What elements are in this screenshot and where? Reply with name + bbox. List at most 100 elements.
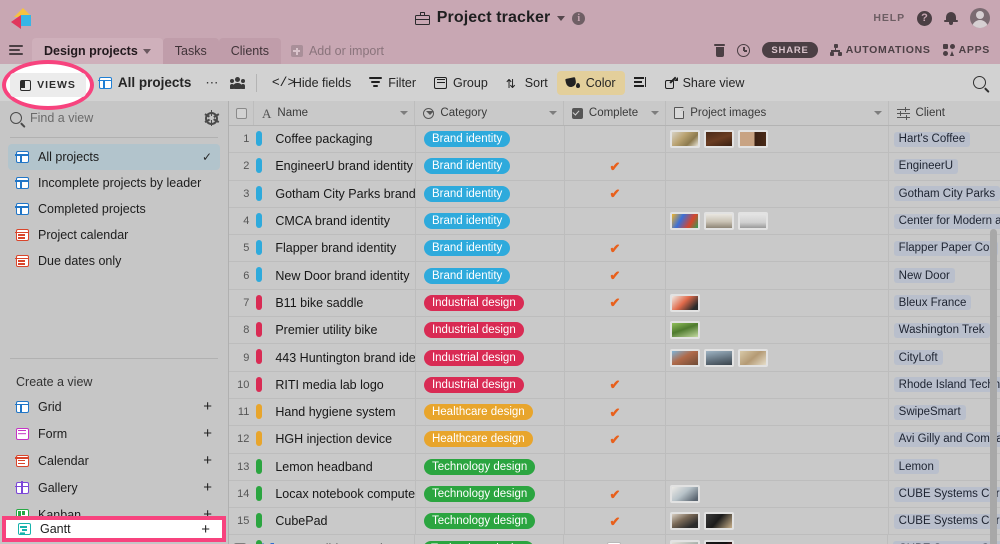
cell-project-images[interactable] — [666, 344, 888, 370]
cell-complete[interactable]: ✔ — [565, 508, 667, 534]
cell-name[interactable]: New Door brand identity — [253, 262, 416, 288]
table-row[interactable]: 1Coffee packagingBrand identityHart's Co… — [229, 126, 1000, 153]
attachment-thumbnail[interactable] — [670, 349, 700, 367]
cell-category[interactable]: Technology design — [416, 481, 565, 507]
cell-complete[interactable]: ✔ — [565, 235, 667, 261]
row-number[interactable]: 15 — [229, 508, 253, 534]
avatar[interactable] — [970, 8, 990, 28]
cell-name[interactable]: Hand hygiene system — [253, 399, 416, 425]
table-row[interactable]: 11Hand hygiene systemHealthcare design✔S… — [229, 399, 1000, 426]
cell-name[interactable]: RITI media lab logo — [253, 372, 416, 398]
cell-category[interactable]: Technology design — [415, 535, 564, 544]
linked-record-tag[interactable]: EngineerU — [894, 159, 958, 174]
tab-clients[interactable]: Clients — [219, 38, 281, 64]
column-header-category[interactable]: Category — [415, 101, 563, 125]
linked-record-tag[interactable]: Center for Modern a — [894, 214, 1000, 229]
cell-name[interactable]: EngineerU brand identity — [253, 153, 416, 179]
row-number[interactable]: 7 — [229, 290, 253, 316]
airtable-logo-button[interactable] — [0, 8, 44, 28]
attachment-thumbnail[interactable] — [670, 540, 700, 544]
linked-record-tag[interactable]: Hart's Coffee — [894, 132, 971, 147]
cell-complete[interactable]: ✔ — [565, 181, 667, 207]
cell-project-images[interactable] — [666, 481, 888, 507]
cell-project-images[interactable] — [666, 153, 888, 179]
plus-icon[interactable]: + — [203, 453, 212, 468]
attachment-thumbnail[interactable] — [738, 130, 768, 148]
row-number[interactable]: 3 — [229, 181, 253, 207]
gear-icon[interactable] — [205, 112, 218, 125]
cell-name[interactable]: Lemon headband — [253, 454, 416, 480]
cell-complete[interactable] — [565, 454, 667, 480]
info-icon[interactable]: i — [572, 12, 585, 25]
cell-client[interactable]: Bleux France — [889, 290, 1000, 316]
cell-project-images[interactable] — [666, 372, 888, 398]
automations-button[interactable]: AUTOMATIONS — [830, 44, 931, 56]
cell-category[interactable]: Technology design — [416, 508, 565, 534]
cell-project-images[interactable] — [666, 535, 889, 544]
cell-complete[interactable] — [565, 208, 667, 234]
sidebar-item-project-calendar[interactable]: Project calendar — [8, 222, 220, 248]
plus-icon[interactable]: + — [203, 480, 212, 495]
table-row[interactable]: 2EngineerU brand identityBrand identity✔… — [229, 153, 1000, 180]
column-header-complete[interactable]: Complete — [564, 101, 666, 125]
cell-complete[interactable]: ✔ — [565, 290, 667, 316]
apps-button[interactable]: APPS — [943, 44, 990, 56]
attachment-thumbnail[interactable] — [738, 349, 768, 367]
cell-complete[interactable] — [565, 317, 667, 343]
share-view-button[interactable]: Share view — [656, 71, 754, 95]
notifications-bell-icon[interactable] — [944, 11, 958, 26]
sidebar-item-all-projects[interactable]: All projects ✓ — [8, 144, 220, 170]
cell-category[interactable]: Brand identity — [416, 208, 565, 234]
plus-icon[interactable]: + — [203, 426, 212, 441]
cell-name[interactable]: HGH injection device — [253, 426, 416, 452]
attachment-thumbnail[interactable] — [704, 212, 734, 230]
attachment-thumbnail[interactable] — [670, 321, 700, 339]
cell-name[interactable]: CubePad — [253, 508, 416, 534]
cell-complete[interactable]: ✔ — [564, 535, 666, 544]
cell-complete[interactable]: ✔ — [565, 262, 667, 288]
cell-category[interactable]: Brand identity — [416, 235, 565, 261]
cell-project-images[interactable] — [666, 399, 888, 425]
attachment-thumbnail[interactable] — [670, 485, 700, 503]
cell-client[interactable]: Avi Gilly and Compa — [889, 426, 1000, 452]
table-row[interactable]: 9443 Huntington brand ide…Industrial des… — [229, 344, 1000, 371]
sidebar-item-completed-projects[interactable]: Completed projects — [8, 196, 220, 222]
history-icon[interactable] — [737, 44, 750, 57]
cell-name[interactable]: Convertible 3000 laptop — [253, 535, 415, 544]
table-row[interactable]: 3Gotham City Parks brand i…Brand identit… — [229, 181, 1000, 208]
attachment-thumbnail[interactable] — [738, 212, 768, 230]
table-row[interactable]: 5Flapper brand identityBrand identity✔Fl… — [229, 235, 1000, 262]
attachment-thumbnail[interactable] — [670, 512, 700, 530]
cell-project-images[interactable] — [666, 126, 888, 152]
color-button[interactable]: Color — [557, 71, 625, 95]
linked-record-tag[interactable]: CUBE Systems Corp — [894, 487, 1000, 502]
cell-project-images[interactable] — [666, 454, 888, 480]
chevron-down-icon[interactable] — [557, 16, 565, 21]
row-number[interactable]: 13 — [229, 454, 253, 480]
view-collaborators-button[interactable] — [225, 71, 250, 95]
add-or-import-button[interactable]: Add or import — [281, 38, 394, 64]
filter-button[interactable]: Filter — [360, 71, 425, 95]
linked-record-tag[interactable]: Lemon — [894, 459, 939, 474]
cell-name[interactable]: 443 Huntington brand ide… — [253, 344, 416, 370]
cell-project-images[interactable] — [666, 262, 888, 288]
cell-complete[interactable] — [565, 126, 667, 152]
cell-category[interactable]: Healthcare design — [416, 399, 565, 425]
chevron-down-icon[interactable] — [874, 111, 882, 115]
column-header-client[interactable]: Client — [889, 101, 1000, 125]
cell-client[interactable]: CUBE Systems Corp — [888, 535, 1000, 544]
cell-client[interactable]: Flapper Paper Co. — [889, 235, 1000, 261]
cell-name[interactable]: Premier utility bike — [253, 317, 416, 343]
cell-client[interactable]: Hart's Coffee — [889, 126, 1000, 152]
cell-name[interactable]: CMCA brand identity — [253, 208, 416, 234]
column-header-name[interactable]: A Name — [254, 101, 415, 125]
table-row[interactable]: 13Lemon headbandTechnology design Lemon — [229, 454, 1000, 481]
cell-category[interactable]: Technology design — [416, 454, 565, 480]
cell-client[interactable]: CUBE Systems Corp — [889, 481, 1000, 507]
table-row[interactable]: 8Premier utility bikeIndustrial designWa… — [229, 317, 1000, 344]
cell-category[interactable]: Industrial design — [416, 290, 565, 316]
cell-category[interactable]: Industrial design — [416, 344, 565, 370]
sidebar-item-due-dates-only[interactable]: Due dates only — [8, 248, 220, 274]
linked-record-tag[interactable]: Flapper Paper Co. — [894, 241, 998, 256]
linked-record-tag[interactable]: Bleux France — [894, 295, 972, 310]
